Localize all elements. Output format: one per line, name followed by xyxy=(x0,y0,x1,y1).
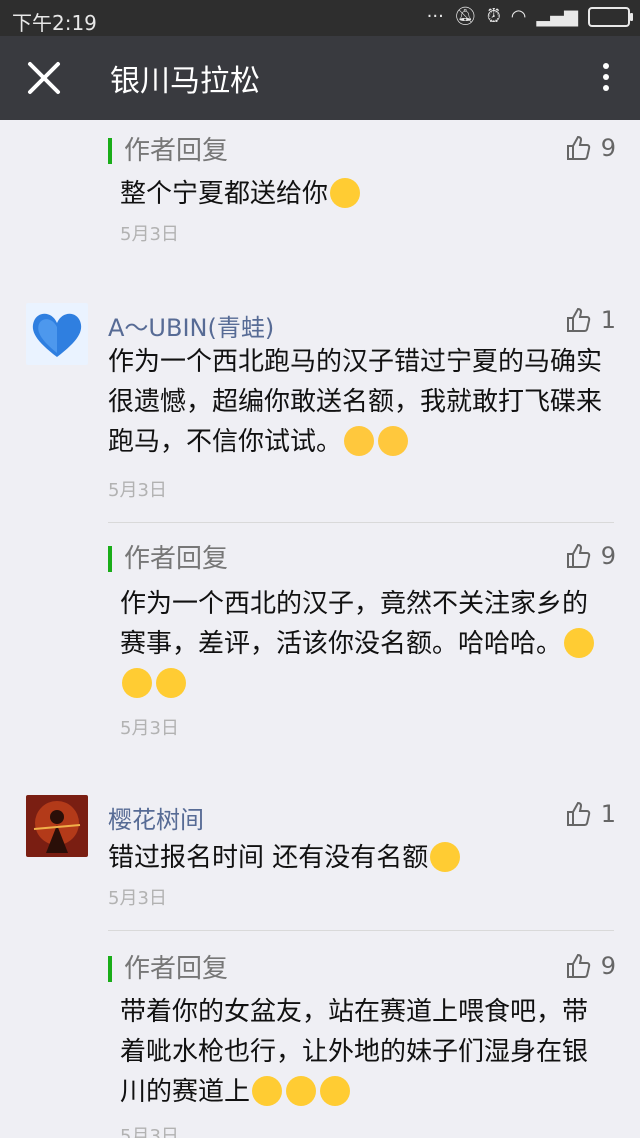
comment-text-content: 错过报名时间 还有没有名额 xyxy=(108,843,429,873)
like-button[interactable]: 9 xyxy=(565,542,616,570)
reply-text-content: 作为一个西北的汉子，竟然不关注家乡的赛事，差评，活该你没名额。哈哈哈。 xyxy=(120,589,589,659)
like-button[interactable]: 9 xyxy=(565,134,616,162)
author-reply: 作者回复 9 作为一个西北的汉子，竟然不关注家乡的赛事，差评，活该你没名额。哈哈… xyxy=(0,522,640,742)
thumbs-up-icon xyxy=(566,543,590,568)
thumbs-up-icon xyxy=(566,307,590,332)
alarm-icon: ⏰︎ xyxy=(486,6,501,27)
reply-date: 5月3日 xyxy=(120,1126,179,1138)
comments-list[interactable]: 作者回复 9 整个宁夏都送给你 5月3日 A～UBIN(青蛙) 1 作为一个西北… xyxy=(0,120,640,1138)
grin-emoji-icon xyxy=(564,628,595,658)
like-count: 9 xyxy=(600,134,616,162)
like-count: 9 xyxy=(600,542,616,570)
like-count: 9 xyxy=(600,952,616,980)
signal-icon: ▂▄▆ xyxy=(536,6,578,27)
grin-emoji-icon xyxy=(122,668,152,698)
thumbs-up-icon xyxy=(566,801,590,826)
comment-text: 作为一个西北跑马的汉子错过宁夏的马确实很遗憾，超编你敢送名额，我就敢打飞碟来跑马… xyxy=(108,342,608,462)
laugh-cry-emoji-icon xyxy=(344,426,375,456)
reply-text-content: 整个宁夏都送给你 xyxy=(120,179,329,209)
battery-icon xyxy=(588,6,633,27)
author-reply: 作者回复 9 整个宁夏都送给你 5月3日 xyxy=(0,120,640,270)
comment-date: 5月3日 xyxy=(108,480,167,501)
avatar[interactable] xyxy=(26,303,88,365)
reply-label: 作者回复 xyxy=(108,956,228,982)
author-reply: 作者回复 9 带着你的女盆友，站在赛道上喂食吧，带着呲水枪也行，让外地的妹子们湿… xyxy=(0,930,640,1138)
like-count: 1 xyxy=(600,306,616,334)
reply-text: 带着你的女盆友，站在赛道上喂食吧，带着呲水枪也行，让外地的妹子们湿身在银川的赛道… xyxy=(120,992,610,1112)
comment-date: 5月3日 xyxy=(108,888,167,909)
commenter-name[interactable]: A～UBIN(青蛙) xyxy=(108,308,274,343)
heart-eyes-emoji-icon xyxy=(320,1076,351,1106)
commenter-name[interactable]: 樱花树间 xyxy=(108,800,204,835)
status-icons: ··· 🔕︎ ⏰︎ ◠ ▂▄▆ xyxy=(426,6,633,27)
title-bar: 银川马拉松 xyxy=(0,36,640,120)
laugh-cry-emoji-icon xyxy=(378,426,409,456)
more-dot-icon xyxy=(603,85,609,91)
heart-eyes-emoji-icon xyxy=(286,1076,317,1106)
thumbs-up-icon xyxy=(566,953,590,978)
reply-text: 整个宁夏都送给你 xyxy=(120,174,610,214)
reply-label: 作者回复 xyxy=(108,138,228,164)
reply-date: 5月3日 xyxy=(120,224,179,245)
reply-text: 作为一个西北的汉子，竟然不关注家乡的赛事，差评，活该你没名额。哈哈哈。 xyxy=(120,584,610,704)
comment: 樱花树间 1 错过报名时间 还有没有名额 5月3日 xyxy=(0,792,640,922)
more-dot-icon xyxy=(603,74,609,80)
smile-emoji-icon xyxy=(330,178,361,208)
mute-icon: 🔕︎ xyxy=(453,6,477,27)
wifi-icon: ◠ xyxy=(510,6,527,27)
heart-eyes-emoji-icon xyxy=(252,1076,283,1106)
reply-label: 作者回复 xyxy=(108,546,228,572)
close-icon xyxy=(28,62,60,94)
close-button[interactable] xyxy=(22,56,66,100)
page-title: 银川马拉松 xyxy=(110,64,260,99)
status-time: 下午2:19 xyxy=(12,11,97,35)
like-button[interactable]: 1 xyxy=(565,800,616,828)
like-button[interactable]: 1 xyxy=(565,306,616,334)
more-dot-icon xyxy=(603,63,609,69)
like-count: 1 xyxy=(600,800,616,828)
comment: A～UBIN(青蛙) 1 作为一个西北跑马的汉子错过宁夏的马确实很遗憾，超编你敢… xyxy=(0,300,640,520)
avatar[interactable] xyxy=(26,795,88,857)
like-button[interactable]: 9 xyxy=(565,952,616,980)
reply-text-content: 带着你的女盆友，站在赛道上喂食吧，带着呲水枪也行，让外地的妹子们湿身在银川的赛道… xyxy=(120,997,589,1107)
thumbs-up-icon xyxy=(566,135,590,160)
more-dots-icon: ··· xyxy=(426,6,444,27)
comment-text: 错过报名时间 还有没有名额 xyxy=(108,838,608,878)
status-bar: 下午2:19 ··· 🔕︎ ⏰︎ ◠ ▂▄▆ xyxy=(0,0,640,36)
more-options-button[interactable] xyxy=(596,58,616,102)
reply-date: 5月3日 xyxy=(120,718,179,739)
crying-emoji-icon xyxy=(430,842,461,872)
grin-emoji-icon xyxy=(156,668,186,698)
